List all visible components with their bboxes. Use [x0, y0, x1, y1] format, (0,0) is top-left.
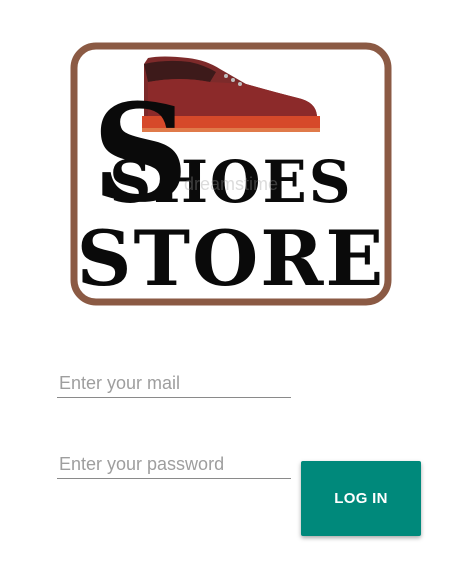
logo-watermark: dreamstime	[184, 174, 278, 194]
password-field[interactable]	[57, 451, 291, 481]
logo-graphic: S SHOES STORE dreamstime	[70, 42, 392, 306]
shoes-store-logo: S SHOES STORE dreamstime	[70, 42, 392, 306]
mail-field[interactable]	[57, 370, 291, 400]
mail-input[interactable]	[57, 370, 291, 398]
logo-line2-text: STORE	[77, 214, 386, 303]
login-screen: S SHOES STORE dreamstime LOG IN	[0, 0, 458, 565]
password-input[interactable]	[57, 451, 291, 479]
login-button[interactable]: LOG IN	[301, 461, 421, 536]
